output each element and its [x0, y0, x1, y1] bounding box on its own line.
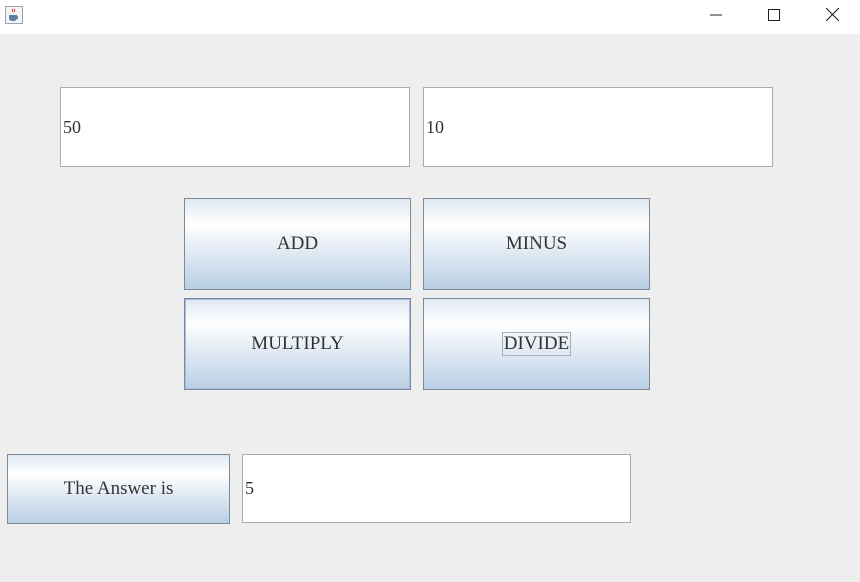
minimize-icon [710, 8, 722, 26]
multiply-button[interactable]: MULTIPLY [184, 298, 411, 390]
java-cup-icon[interactable] [5, 6, 23, 24]
answer-field[interactable]: 5 [242, 454, 631, 523]
title-bar [0, 0, 860, 34]
close-button[interactable] [804, 0, 860, 34]
first-number-field[interactable]: 50 [60, 87, 410, 167]
add-button-label: ADD [276, 233, 319, 254]
add-button[interactable]: ADD [184, 198, 411, 290]
maximize-button[interactable] [746, 0, 802, 34]
divide-button-label: DIVIDE [501, 332, 572, 356]
minus-button-label: MINUS [505, 233, 568, 254]
first-number-value: 50 [63, 116, 81, 137]
close-icon [825, 7, 839, 26]
calculator-window: 50 10 ADD MINUS MULTIPLY DIVIDE The Answ… [0, 0, 860, 582]
second-number-field[interactable]: 10 [423, 87, 773, 167]
answer-button[interactable]: The Answer is [7, 454, 230, 524]
minimize-button[interactable] [688, 0, 744, 34]
maximize-icon [768, 8, 780, 26]
divide-button[interactable]: DIVIDE [423, 298, 650, 390]
answer-button-label: The Answer is [63, 478, 174, 499]
answer-value: 5 [245, 478, 254, 498]
minus-button[interactable]: MINUS [423, 198, 650, 290]
second-number-value: 10 [426, 116, 444, 137]
multiply-button-label: MULTIPLY [251, 333, 344, 354]
